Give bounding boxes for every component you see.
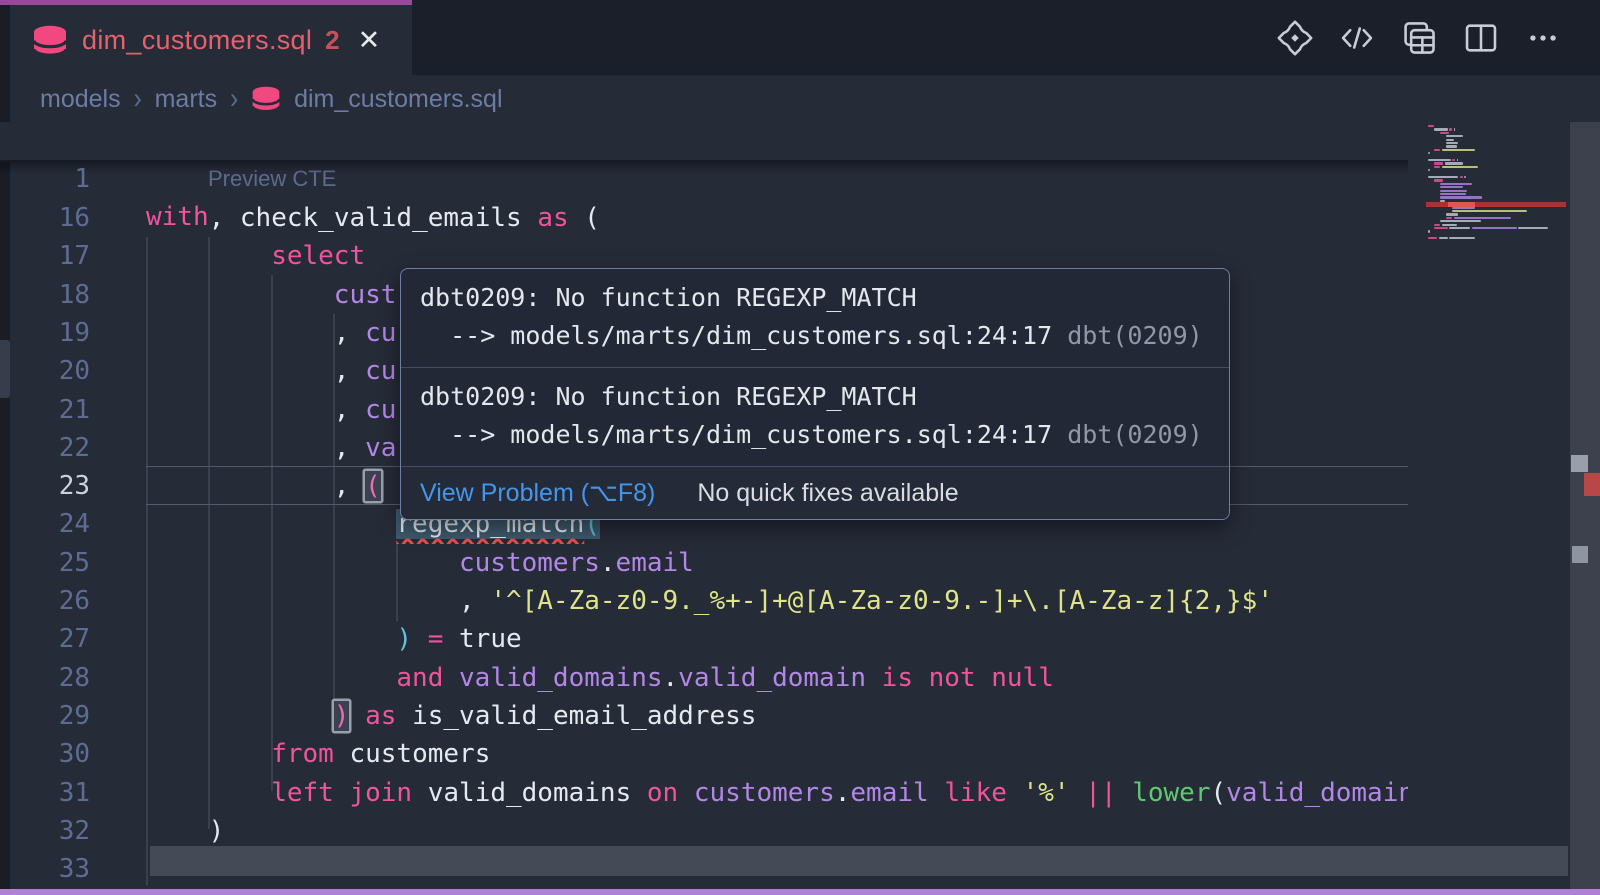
overview-ruler-mark xyxy=(1571,455,1588,472)
line-number: 31 xyxy=(10,774,90,812)
tab-bar: dim_customers.sql 2 ✕ xyxy=(0,0,1600,75)
more-actions-icon[interactable] xyxy=(1524,19,1562,57)
line-number: 22 xyxy=(10,429,90,467)
code-line[interactable]: 28and valid_domains.valid_domain is not … xyxy=(0,659,1408,698)
minimap-error-line xyxy=(1426,202,1566,207)
tab-title: dim_customers.sql xyxy=(82,25,312,56)
line-number: 17 xyxy=(10,237,90,275)
split-editor-icon[interactable] xyxy=(1462,19,1500,57)
line-number: 1 xyxy=(10,160,90,198)
database-icon xyxy=(251,86,281,112)
code-line[interactable]: 30from customers xyxy=(0,735,1408,774)
line-number: 27 xyxy=(10,620,90,658)
code-icon[interactable] xyxy=(1338,19,1376,57)
code-line[interactable]: 25customers.email xyxy=(0,544,1408,583)
tab-dim-customers[interactable]: dim_customers.sql 2 ✕ xyxy=(0,0,412,75)
code-line[interactable]: 26, '^[A-Za-z0-9._%+-]+@[A-Za-z0-9.-]+\.… xyxy=(0,582,1408,621)
sticky-scroll-shadow xyxy=(0,162,1408,174)
line-number: 19 xyxy=(10,314,90,352)
breadcrumb-item-dim_customers.sql[interactable]: dim_customers.sql xyxy=(294,85,502,114)
line-number: 29 xyxy=(10,697,90,735)
line-number: 32 xyxy=(10,812,90,850)
duplicate-table-icon[interactable] xyxy=(1400,19,1438,57)
no-quick-fixes-label: No quick fixes available xyxy=(697,479,958,508)
view-problem-link[interactable]: View Problem (⌥F8) xyxy=(420,478,655,508)
line-number: 33 xyxy=(10,850,90,888)
database-icon xyxy=(32,25,68,56)
code-line[interactable]: 32) xyxy=(0,812,1408,851)
problem-hover-widget: dbt0209: No function REGEXP_MATCH --> mo… xyxy=(400,268,1230,520)
chevron-right-icon: › xyxy=(230,82,238,117)
line-number: 26 xyxy=(10,582,90,620)
vertical-scrollbar[interactable] xyxy=(1570,122,1600,895)
code-line[interactable]: 29) as is_valid_email_address xyxy=(0,697,1408,736)
editor-window: dim_customers.sql 2 ✕ xyxy=(0,0,1600,895)
panel-drag-handle[interactable] xyxy=(0,340,10,398)
diagnostic-message: dbt0209: No function REGEXP_MATCH --> mo… xyxy=(401,269,1229,367)
line-number: 30 xyxy=(10,735,90,773)
code-line[interactable]: 31left join valid_domains on customers.e… xyxy=(0,774,1408,813)
overview-ruler-mark xyxy=(1572,546,1588,563)
line-number: 21 xyxy=(10,391,90,429)
hover-footer: View Problem (⌥F8) No quick fixes availa… xyxy=(401,466,1229,519)
line-number: 18 xyxy=(10,276,90,314)
chevron-right-icon: › xyxy=(134,82,142,117)
sticky-scroll-line[interactable]: 1 with xyxy=(0,122,1408,162)
close-icon[interactable]: ✕ xyxy=(358,27,381,54)
tab-dirty-count: 2 xyxy=(325,25,339,56)
line-number: 28 xyxy=(10,659,90,697)
line-number: 25 xyxy=(10,544,90,582)
line-number: 20 xyxy=(10,352,90,390)
breadcrumb-item-models[interactable]: models xyxy=(40,85,121,114)
horizontal-scrollbar[interactable] xyxy=(150,846,1568,876)
code-line[interactable]: 27) = true xyxy=(0,620,1408,659)
line-number: 24 xyxy=(10,505,90,543)
breadcrumb-item-marts[interactable]: marts xyxy=(155,85,218,114)
code-editor[interactable]: Preview CTE 16, check_valid_emails as (1… xyxy=(0,122,1600,895)
bottom-accent-bar xyxy=(0,889,1600,895)
minimap[interactable] xyxy=(1408,122,1570,895)
line-number: 23 xyxy=(10,467,90,505)
breadcrumb: models › marts › dim_customers.sql xyxy=(40,75,503,123)
diagnostic-message: dbt0209: No function REGEXP_MATCH --> mo… xyxy=(401,367,1229,466)
overview-ruler-error-mark xyxy=(1584,473,1600,496)
dbt-icon[interactable] xyxy=(1276,19,1314,57)
editor-actions xyxy=(1276,0,1562,75)
